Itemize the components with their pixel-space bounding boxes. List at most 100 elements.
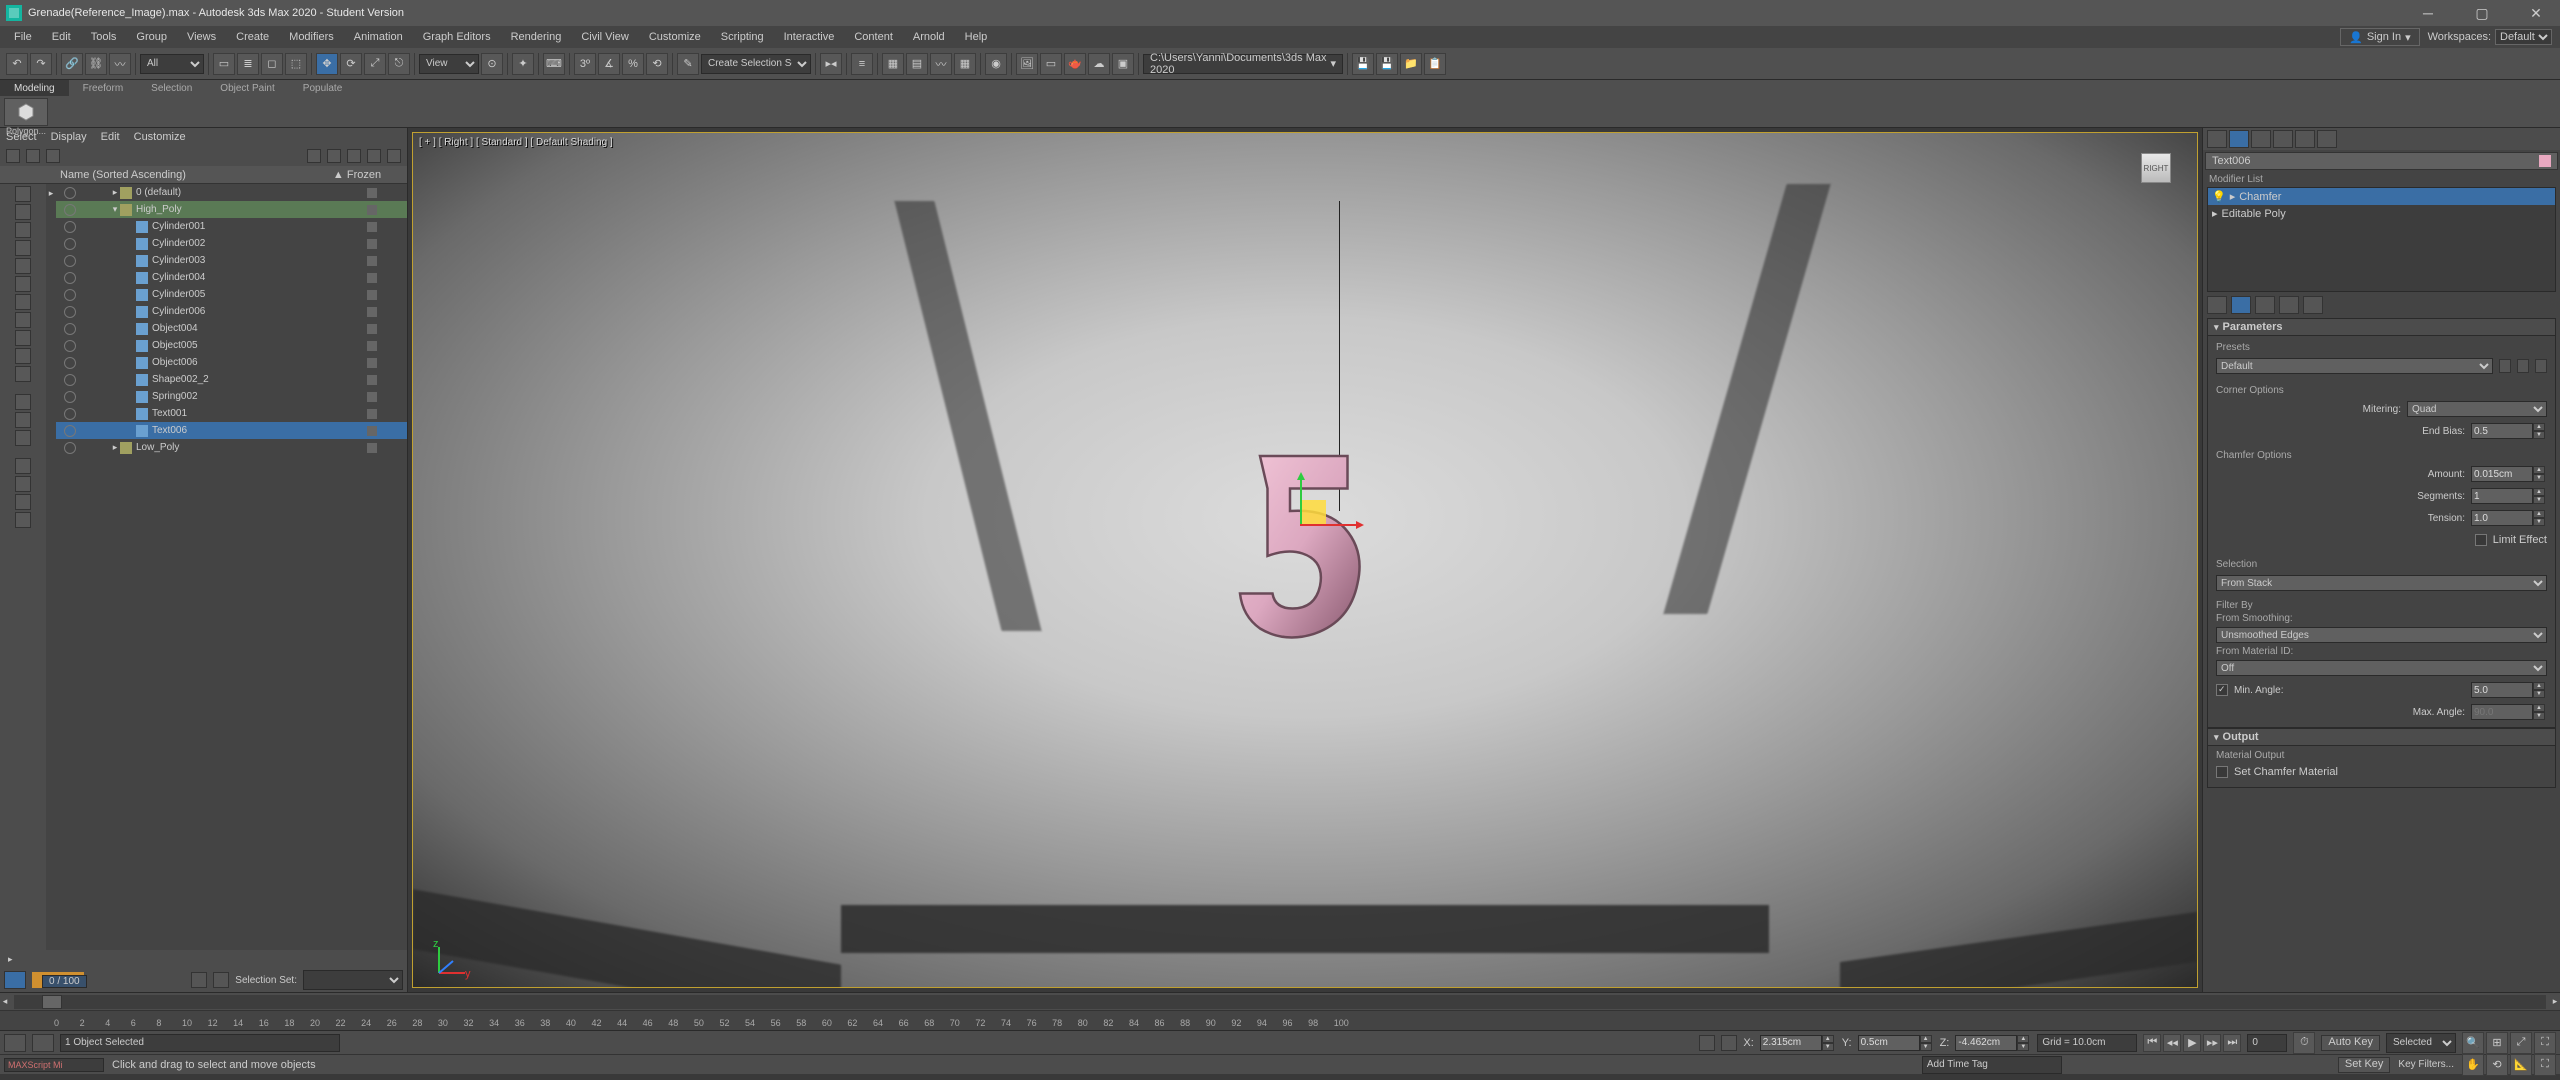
ribbon-tab-modeling[interactable]: Modeling: [0, 80, 69, 96]
explorer-filter-icon[interactable]: [26, 149, 40, 163]
timeline-next-icon[interactable]: ▸: [2550, 996, 2560, 1007]
menu-help[interactable]: Help: [955, 31, 998, 43]
layer-low-poly[interactable]: ▸Low_Poly: [56, 439, 407, 456]
visibility-toggle-icon[interactable]: [64, 323, 76, 335]
ribbon-tab-freeform[interactable]: Freeform: [69, 80, 138, 96]
object-name-field[interactable]: Text006: [2205, 152, 2558, 170]
freeze-toggle-icon[interactable]: [80, 358, 90, 368]
expand-toggle-icon[interactable]: ▾: [110, 204, 120, 215]
menu-create[interactable]: Create: [226, 31, 279, 43]
maxscript-editor-button[interactable]: [32, 1034, 54, 1052]
explorer-view-5-icon[interactable]: [387, 149, 401, 163]
visibility-toggle-icon[interactable]: [64, 255, 76, 267]
visibility-toggle-icon[interactable]: [64, 187, 76, 199]
use-center-button[interactable]: ⊙: [481, 53, 503, 75]
zoom-extents-all-button[interactable]: ⛶: [2534, 1032, 2556, 1054]
orbit-button[interactable]: ⟲: [2486, 1054, 2508, 1076]
modifier-editable-poly[interactable]: ▸ Editable Poly: [2208, 205, 2555, 222]
freeze-toggle-icon[interactable]: [80, 222, 90, 232]
menu-arnold[interactable]: Arnold: [903, 31, 955, 43]
unlink-button[interactable]: ⛓: [85, 53, 107, 75]
tab-create[interactable]: [2207, 130, 2227, 148]
undo-button[interactable]: ↶: [6, 53, 28, 75]
zoom-extents-button[interactable]: ⤢: [2510, 1032, 2532, 1054]
curve-editor-button[interactable]: 〰: [930, 53, 952, 75]
frozen-column-icon[interactable]: [367, 307, 377, 317]
minimize-button[interactable]: ─: [2410, 5, 2446, 22]
tension-spinner[interactable]: ▲▼: [2471, 510, 2547, 526]
select-by-name-button[interactable]: ≣: [237, 53, 259, 75]
freeze-toggle-icon[interactable]: [80, 409, 90, 419]
max-angle-spinner[interactable]: ▲▼: [2471, 704, 2547, 720]
frozen-column-icon[interactable]: [367, 205, 377, 215]
viewcube[interactable]: RIGHT: [2127, 141, 2185, 199]
visibility-toggle-icon[interactable]: [64, 357, 76, 369]
gizmo-xy-plane[interactable]: [1302, 500, 1326, 524]
selection-next-icon[interactable]: [213, 972, 229, 988]
min-angle-checkbox[interactable]: [2216, 684, 2228, 696]
menu-customize[interactable]: Customize: [639, 31, 711, 43]
window-crossing-button[interactable]: ⬚: [285, 53, 307, 75]
freeze-toggle-icon[interactable]: [80, 307, 90, 317]
tab-utilities[interactable]: [2317, 130, 2337, 148]
remove-modifier-button[interactable]: [2279, 296, 2299, 314]
time-configuration-button[interactable]: ⏱: [2293, 1032, 2315, 1054]
visibility-toggle-icon[interactable]: [64, 442, 76, 454]
selection-combo[interactable]: From Stack: [2216, 575, 2547, 591]
freeze-toggle-icon[interactable]: [80, 324, 90, 334]
freeze-toggle-icon[interactable]: [80, 392, 90, 402]
frozen-column-icon[interactable]: [367, 341, 377, 351]
column-frozen[interactable]: ▲ Frozen: [307, 169, 407, 181]
time-ruler[interactable]: 0246810121416182022242628303234363840424…: [0, 1010, 2560, 1030]
frozen-column-icon[interactable]: [367, 222, 377, 232]
add-time-tag-field[interactable]: Add Time Tag: [1922, 1056, 2062, 1074]
freeze-toggle-icon[interactable]: [80, 375, 90, 385]
maxscript-mini-listener[interactable]: MAXScript Mi: [4, 1058, 104, 1072]
mirror-button[interactable]: ▸◂: [820, 53, 842, 75]
limit-effect-checkbox[interactable]: [2475, 534, 2487, 546]
mitering-combo[interactable]: Quad: [2407, 401, 2547, 417]
explorer-column-header[interactable]: Name (Sorted Ascending) ▲ Frozen: [0, 166, 407, 184]
frozen-column-icon[interactable]: [367, 409, 377, 419]
filter-misc-2-icon[interactable]: [15, 476, 31, 492]
frozen-column-icon[interactable]: [367, 273, 377, 283]
prev-frame-button[interactable]: ◂◂: [2163, 1034, 2181, 1052]
filter-containers-icon[interactable]: [15, 348, 31, 364]
next-frame-button[interactable]: ▸▸: [2203, 1034, 2221, 1052]
object-cylinder006[interactable]: Cylinder006: [56, 303, 407, 320]
filter-frozen-icon[interactable]: [15, 366, 31, 382]
key-filters-button[interactable]: Key Filters...: [2398, 1059, 2454, 1070]
goto-end-button[interactable]: ⏭: [2223, 1034, 2241, 1052]
filter-misc-4-icon[interactable]: [15, 512, 31, 528]
make-unique-button[interactable]: [2255, 296, 2275, 314]
freeze-toggle-icon[interactable]: [80, 273, 90, 283]
object-cylinder002[interactable]: Cylinder002: [56, 235, 407, 252]
timeline-prev-icon[interactable]: ◂: [0, 996, 10, 1007]
tab-modify[interactable]: [2229, 130, 2249, 148]
object-object005[interactable]: Object005: [56, 337, 407, 354]
lock-selection-icon[interactable]: [4, 971, 26, 989]
set-key-button[interactable]: Set Key: [2338, 1057, 2391, 1073]
hold-button[interactable]: 📋: [1424, 53, 1446, 75]
selection-filter-combo[interactable]: All: [140, 54, 204, 74]
zoom-all-button[interactable]: ⊞: [2486, 1032, 2508, 1054]
explorer-view-3-icon[interactable]: [347, 149, 361, 163]
coord-x-spinner[interactable]: ▲▼: [1760, 1035, 1836, 1051]
explorer-search-icon[interactable]: [6, 149, 20, 163]
menu-scripting[interactable]: Scripting: [711, 31, 774, 43]
preset-save-icon[interactable]: [2517, 359, 2529, 373]
save-button-2[interactable]: 💾: [1376, 53, 1398, 75]
freeze-toggle-icon[interactable]: [80, 290, 90, 300]
viewport-label[interactable]: [ + ] [ Right ] [ Standard ] [ Default S…: [419, 137, 613, 148]
explorer-view-4-icon[interactable]: [367, 149, 381, 163]
filter-all-icon[interactable]: [15, 412, 31, 428]
frozen-column-icon[interactable]: [367, 324, 377, 334]
snap-toggle-button[interactable]: 3º: [574, 53, 596, 75]
pin-stack-button[interactable]: [2207, 296, 2227, 314]
object-spring002[interactable]: Spring002: [56, 388, 407, 405]
tab-hierarchy[interactable]: [2251, 130, 2271, 148]
viewport[interactable]: [ + ] [ Right ] [ Standard ] [ Default S…: [412, 132, 2198, 988]
align-button[interactable]: ≡: [851, 53, 873, 75]
named-selection-combo[interactable]: Create Selection Se: [701, 54, 811, 74]
from-smoothing-combo[interactable]: Unsmoothed Edges: [2216, 627, 2547, 643]
